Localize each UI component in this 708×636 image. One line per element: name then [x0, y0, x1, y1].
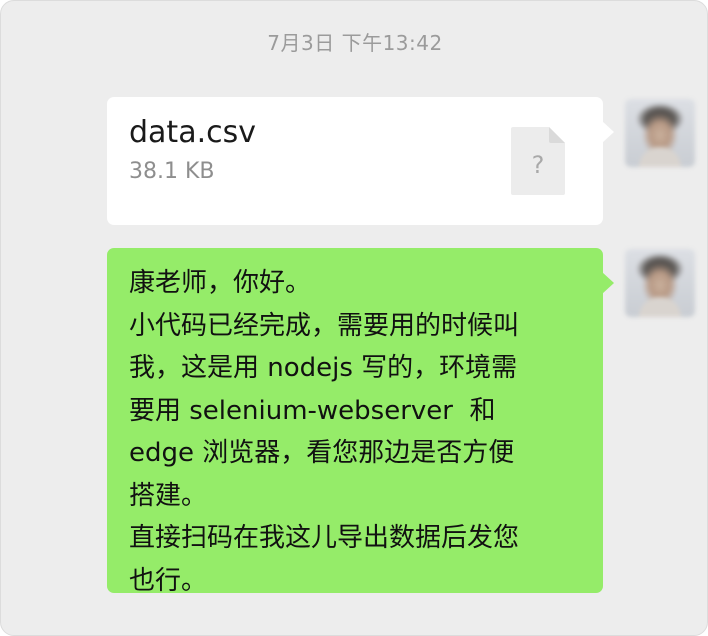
message-line: 康老师，你好。 — [129, 268, 312, 298]
text-message-bubble[interactable]: 康老师，你好。 小代码已经完成，需要用的时候叫 我，这是用 nodejs 写的，… — [107, 248, 614, 596]
question-mark-glyph: ? — [531, 151, 545, 179]
message-line: edge 浏览器，看您那边是否方便 — [129, 438, 515, 468]
sender-avatar[interactable] — [625, 99, 695, 167]
message-line: 直接扫码在我这儿导出数据后发您 — [129, 523, 520, 553]
message-line: 要用 selenium-webserver 和 — [129, 395, 496, 426]
file-size: 38.1 KB — [129, 159, 215, 184]
file-message-bubble[interactable]: data.csv 38.1 KB ? — [107, 97, 614, 225]
message-line: 我，这是用 nodejs 写的，环境需 — [129, 353, 518, 383]
chat-window: 7月3日 下午13:42 data.csv 38.1 KB ? 康老师，你好。 … — [0, 0, 708, 636]
unknown-file-icon: ? — [511, 127, 565, 195]
file-name: data.csv — [129, 115, 256, 150]
message-line: 小代码已经完成，需要用的时候叫 — [129, 310, 520, 341]
message-timestamp: 7月3日 下午13:42 — [267, 31, 443, 55]
message-line: 搭建。 — [129, 480, 208, 511]
sender-avatar[interactable] — [625, 249, 695, 317]
message-line: 也行。 — [129, 565, 208, 596]
